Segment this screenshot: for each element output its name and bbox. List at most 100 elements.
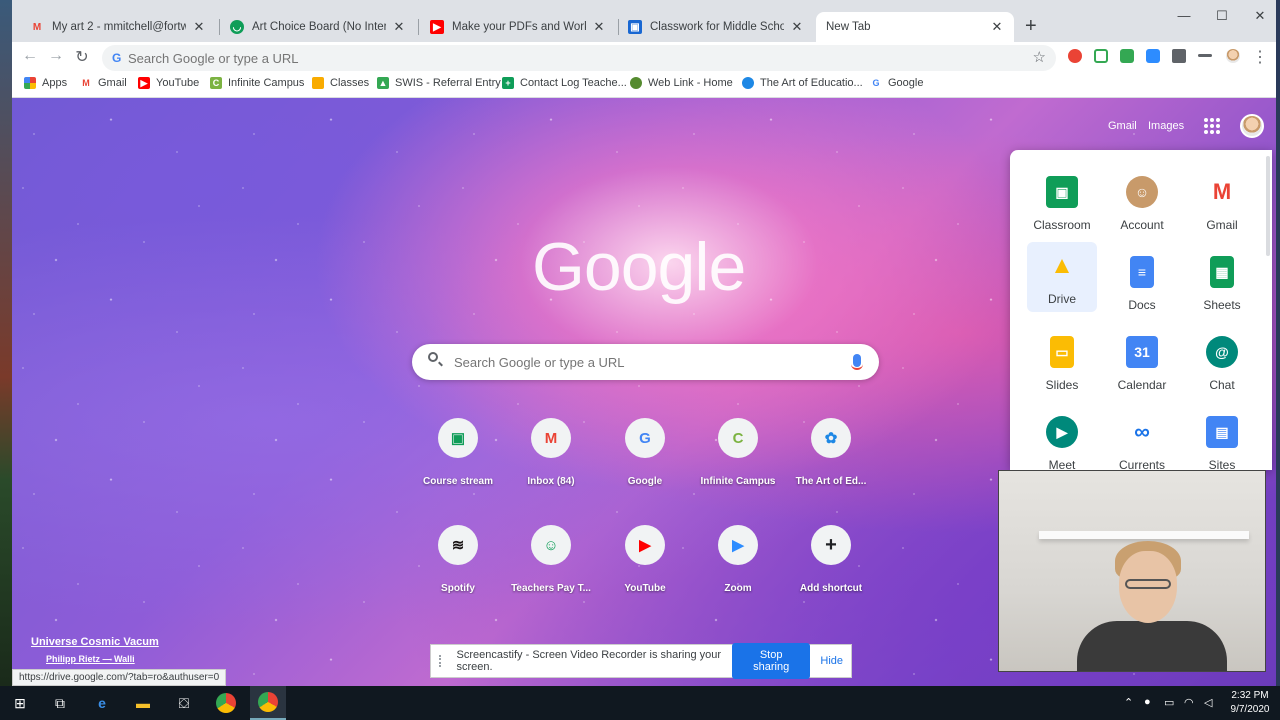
search-box[interactable] — [412, 344, 879, 380]
background-credit-title[interactable]: Universe Cosmic Vacum — [31, 636, 159, 648]
media-queue-icon[interactable] — [1198, 54, 1212, 57]
gmail-link[interactable]: Gmail — [1108, 120, 1137, 132]
bookmark-star-icon[interactable]: ☆ — [1033, 48, 1046, 66]
screencastify-extension-icon[interactable] — [1068, 49, 1082, 63]
app-drive[interactable]: ▲ Drive — [1027, 242, 1097, 312]
chrome-icon[interactable] — [216, 693, 236, 713]
app-slides[interactable]: ▭ Slides — [1027, 328, 1097, 398]
add-shortcut-button[interactable]: + Add shortcut — [786, 525, 876, 594]
classroom-icon: ▣ — [1046, 176, 1078, 208]
app-label: Sites — [1208, 458, 1236, 470]
close-window-button[interactable]: ✕ — [1240, 8, 1280, 24]
bookmark-google[interactable]: G Google — [870, 77, 923, 89]
app-meet[interactable]: ▶ Meet — [1027, 408, 1097, 470]
shortcut-zoom[interactable]: ▶ Zoom — [693, 525, 783, 594]
taskbar-clock[interactable]: 2:32 PM 9/7/2020 — [1224, 689, 1276, 717]
tab-title: Make your PDFs and Worksheets — [452, 21, 586, 33]
web-link-icon — [630, 77, 642, 89]
back-button[interactable]: ← — [20, 47, 40, 65]
profile-avatar[interactable] — [1224, 47, 1242, 65]
tab-gmail[interactable]: M My art 2 - mmitchell@fortwashai ✕ — [20, 12, 216, 42]
puzzle-extensions-icon[interactable] — [1172, 49, 1186, 63]
windows-start-icon[interactable]: ⊞ — [10, 693, 30, 713]
app-calendar[interactable]: 31 Calendar — [1107, 328, 1177, 398]
app-gmail[interactable]: M Gmail — [1187, 168, 1257, 238]
google-apps-icon[interactable] — [1204, 118, 1220, 134]
tab-art-choice-board[interactable]: ◡ Art Choice Board (No Internet Re ✕ — [220, 12, 416, 42]
bookmark-swis[interactable]: ▲ SWIS - Referral Entry — [377, 77, 501, 89]
art-of-education-icon — [742, 77, 754, 89]
bookmark-infinite-campus[interactable]: C Infinite Campus — [210, 77, 304, 89]
document-extension-icon[interactable] — [1094, 49, 1108, 63]
reload-button[interactable]: ↻ — [72, 47, 92, 67]
bookmark-label: Apps — [42, 77, 68, 89]
volume-icon[interactable]: ◁ — [1204, 696, 1212, 709]
bookmark-apps[interactable]: Apps — [24, 77, 67, 89]
bookmark-contact-log[interactable]: + Contact Log Teache... — [502, 77, 627, 89]
chevron-up-icon[interactable]: ⌃ — [1124, 696, 1133, 709]
drag-handle[interactable] — [439, 655, 445, 667]
close-icon[interactable]: ✕ — [790, 19, 804, 35]
bookmark-art-of-education[interactable]: The Art of Educatio... — [742, 77, 863, 89]
shortcut-inbox[interactable]: M Inbox (84) — [506, 418, 596, 487]
shortcut-course-stream[interactable]: ▣ Course stream — [413, 418, 503, 487]
maximize-button[interactable]: ☐ — [1202, 8, 1242, 24]
app-chat[interactable]: @ Chat — [1187, 328, 1257, 398]
green-extension-icon[interactable] — [1120, 49, 1134, 63]
tab-classwork[interactable]: ▣ Classwork for Middle School Art ✕ — [618, 12, 814, 42]
shortcut-google[interactable]: G Google — [600, 418, 690, 487]
shortcut-spotify[interactable]: ≋ Spotify — [413, 525, 503, 594]
app-docs[interactable]: ≡ Docs — [1107, 248, 1177, 318]
search-input[interactable] — [454, 353, 834, 371]
background-credit-author[interactable]: Philipp Rietz — Walli — [46, 654, 135, 664]
shortcut-infinite-campus[interactable]: C Infinite Campus — [693, 418, 783, 487]
battery-icon[interactable]: ▭ — [1164, 696, 1174, 709]
menu-dots-icon[interactable]: ⋮ — [1250, 47, 1270, 67]
chat-icon: @ — [1206, 336, 1238, 368]
tab-title: My art 2 - mmitchell@fortwashai — [52, 21, 186, 33]
panel-scrollbar[interactable] — [1266, 156, 1270, 256]
spotify-icon: ≋ — [438, 525, 478, 565]
bookmark-youtube[interactable]: ▶ YouTube — [138, 77, 199, 89]
omnibox-input[interactable] — [128, 49, 1008, 67]
shortcut-label: Teachers Pay T... — [511, 583, 591, 594]
task-view-icon[interactable]: ⧉ — [50, 693, 70, 713]
close-icon[interactable]: ✕ — [192, 19, 206, 35]
bookmark-classes[interactable]: Classes — [312, 77, 369, 89]
clock-date: 9/7/2020 — [1230, 704, 1270, 715]
store-icon[interactable]: ⛋ — [174, 693, 194, 713]
tab-new-tab[interactable]: New Tab ✕ — [816, 12, 1014, 42]
chrome-active-window[interactable] — [250, 686, 286, 720]
images-link[interactable]: Images — [1148, 120, 1184, 132]
edge-icon[interactable]: e — [92, 693, 112, 713]
tab-pdfs-worksheets[interactable]: ▶ Make your PDFs and Worksheets ✕ — [420, 12, 616, 42]
hide-button[interactable]: Hide — [820, 655, 843, 667]
zoom-extension-icon[interactable] — [1146, 49, 1160, 63]
minimize-button[interactable]: — — [1164, 8, 1204, 23]
bookmark-label: Web Link - Home — [648, 77, 733, 89]
account-avatar[interactable] — [1240, 114, 1264, 138]
omnibox[interactable]: G ☆ — [102, 45, 1056, 71]
bookmark-gmail[interactable]: M Gmail — [80, 77, 127, 89]
app-currents[interactable]: ∞ Currents — [1107, 408, 1177, 470]
app-sheets[interactable]: ▦ Sheets — [1187, 248, 1257, 318]
new-tab-button[interactable]: + — [1025, 16, 1037, 36]
close-icon[interactable]: ✕ — [592, 19, 606, 35]
close-icon[interactable]: ✕ — [392, 19, 406, 35]
stop-sharing-button[interactable]: Stop sharing — [731, 643, 811, 679]
app-label: Currents — [1118, 458, 1165, 470]
app-classroom[interactable]: ▣ Classroom — [1027, 168, 1097, 238]
shortcut-art-of-ed[interactable]: ✿ The Art of Ed... — [786, 418, 876, 487]
wifi-icon[interactable]: ◠ — [1184, 696, 1194, 709]
microphone-icon[interactable]: ● — [1144, 696, 1151, 708]
app-account[interactable]: ☺ Account — [1107, 168, 1177, 238]
forward-button[interactable]: → — [46, 47, 66, 65]
close-icon[interactable]: ✕ — [990, 19, 1004, 35]
file-explorer-icon[interactable]: ▬ — [133, 693, 153, 713]
shortcut-teachers-pay-teachers[interactable]: ☺ Teachers Pay T... — [506, 525, 596, 594]
app-sites[interactable]: ▤ Sites — [1187, 408, 1257, 470]
microphone-icon[interactable] — [851, 354, 863, 370]
gmail-icon: M — [80, 77, 92, 89]
shortcut-youtube[interactable]: ▶ YouTube — [600, 525, 690, 594]
bookmark-web-link[interactable]: Web Link - Home — [630, 77, 733, 89]
